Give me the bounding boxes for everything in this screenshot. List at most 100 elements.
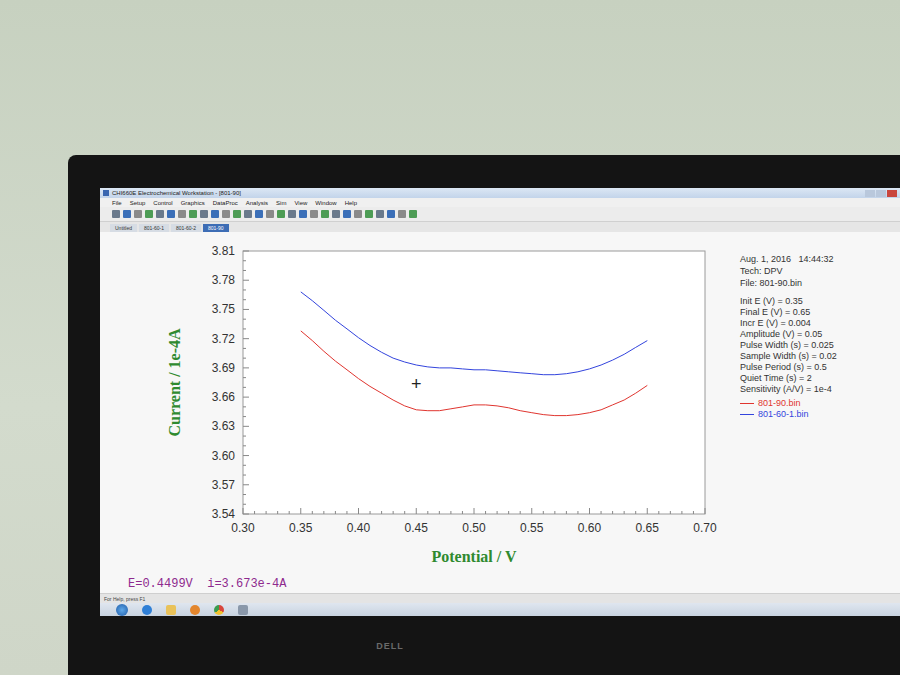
tool-icon[interactable] xyxy=(156,210,164,218)
media-player-icon[interactable] xyxy=(190,605,200,615)
folder-icon[interactable] xyxy=(166,605,176,615)
y-tick-mark xyxy=(243,514,249,515)
dpv-chart: 0.300.350.400.450.500.550.600.650.703.81… xyxy=(100,232,720,577)
y-tick-label: 3.78 xyxy=(212,273,236,287)
x-tick-mark xyxy=(485,511,486,514)
legend-item: 801-90.bin xyxy=(740,398,837,409)
tool-icon[interactable] xyxy=(288,210,296,218)
x-tick-mark xyxy=(381,511,382,514)
tool-icon[interactable] xyxy=(233,210,241,218)
browser-icon[interactable] xyxy=(142,605,152,615)
tool-icon[interactable] xyxy=(299,210,307,218)
menu-item[interactable]: Graphics xyxy=(181,200,205,206)
taskbar xyxy=(100,603,900,616)
close-icon[interactable] xyxy=(887,190,897,197)
x-tick-mark xyxy=(624,511,625,514)
tool-icon[interactable] xyxy=(354,210,362,218)
x-tick-mark xyxy=(335,511,336,514)
menu-item[interactable]: View xyxy=(294,200,307,206)
x-tick-label: 0.30 xyxy=(231,521,255,535)
tab[interactable]: 801-90 xyxy=(203,224,229,232)
x-tick-label: 0.65 xyxy=(636,521,660,535)
chrome-icon[interactable] xyxy=(214,605,224,615)
maximize-icon[interactable] xyxy=(876,190,886,197)
y-tick-mark xyxy=(243,328,246,329)
cursor-readout: E=0.4499V i=3.673e-4A xyxy=(100,577,900,593)
info-line: Tech: DPV xyxy=(740,266,837,277)
tool-icon[interactable] xyxy=(222,210,230,218)
start-button-icon[interactable] xyxy=(116,604,128,616)
y-tick-mark xyxy=(243,397,249,398)
y-tick-mark xyxy=(243,494,246,495)
menu-item[interactable]: Sim xyxy=(276,200,286,206)
x-tick-mark xyxy=(323,511,324,514)
menu-item[interactable]: Help xyxy=(345,200,357,206)
tool-icon[interactable] xyxy=(387,210,395,218)
tool-icon[interactable] xyxy=(211,210,219,218)
tool-icon[interactable] xyxy=(277,210,285,218)
y-tick-mark xyxy=(243,358,246,359)
photo-scene: CHI660E Electrochemical Workstation - [8… xyxy=(0,0,900,675)
parameter: Init E (V) = 0.35 xyxy=(740,296,837,307)
x-tick-mark xyxy=(462,511,463,514)
monitor-bezel: DELL xyxy=(100,616,900,675)
tool-icon[interactable] xyxy=(255,210,263,218)
y-tick-mark xyxy=(243,455,249,456)
chi-app-icon[interactable] xyxy=(238,605,248,615)
tool-icon[interactable] xyxy=(134,210,142,218)
y-tick-label: 3.69 xyxy=(212,361,236,375)
tool-icon[interactable] xyxy=(123,210,131,218)
tool-icon[interactable] xyxy=(112,210,120,218)
plot-window: 0.300.350.400.450.500.550.600.650.703.81… xyxy=(100,232,900,593)
menu-item[interactable]: File xyxy=(112,200,122,206)
app-icon xyxy=(103,190,109,196)
tool-icon[interactable] xyxy=(321,210,329,218)
x-axis-title: Potential / V xyxy=(431,548,516,565)
x-tick-mark xyxy=(439,511,440,514)
tool-icon[interactable] xyxy=(376,210,384,218)
parameter: Incr E (V) = 0.004 xyxy=(740,318,837,329)
tool-icon[interactable] xyxy=(310,210,318,218)
cursor-marker[interactable]: + xyxy=(411,374,422,394)
y-tick-mark xyxy=(243,426,249,427)
x-tick-label: 0.40 xyxy=(347,521,371,535)
x-tick-mark xyxy=(543,511,544,514)
x-tick-mark xyxy=(404,511,405,514)
x-tick-mark xyxy=(266,511,267,514)
y-tick-mark xyxy=(243,299,246,300)
y-tick-label: 3.57 xyxy=(212,478,236,492)
tool-icon[interactable] xyxy=(343,210,351,218)
y-tick-label: 3.72 xyxy=(212,332,236,346)
x-tick-mark xyxy=(658,511,659,514)
monitor-brand: DELL xyxy=(376,641,404,651)
menu-item[interactable]: Window xyxy=(315,200,336,206)
tab[interactable]: 801-60-1 xyxy=(139,224,169,232)
tool-icon[interactable] xyxy=(398,210,406,218)
x-tick-mark xyxy=(416,508,417,514)
tool-icon[interactable] xyxy=(365,210,373,218)
minimize-icon[interactable] xyxy=(865,190,875,197)
x-tick-label: 0.60 xyxy=(578,521,602,535)
menu-item[interactable]: Setup xyxy=(130,200,146,206)
legend: 801-90.bin801-60-1.bin xyxy=(740,398,837,420)
menu-item[interactable]: Analysis xyxy=(246,200,268,206)
tool-icon[interactable] xyxy=(189,210,197,218)
x-tick-mark xyxy=(289,511,290,514)
tab[interactable]: Untitled xyxy=(110,224,137,232)
tool-icon[interactable] xyxy=(178,210,186,218)
tool-icon[interactable] xyxy=(332,210,340,218)
menu-item[interactable]: Control xyxy=(153,200,172,206)
menu-item[interactable]: DataProc xyxy=(213,200,238,206)
tool-icon[interactable] xyxy=(167,210,175,218)
parameter-list: Init E (V) = 0.35Final E (V) = 0.65Incr … xyxy=(740,296,837,395)
tool-icon[interactable] xyxy=(200,210,208,218)
tool-icon[interactable] xyxy=(266,210,274,218)
tool-icon[interactable] xyxy=(145,210,153,218)
y-tick-mark xyxy=(243,475,246,476)
y-tick-label: 3.66 xyxy=(212,390,236,404)
tool-icon[interactable] xyxy=(409,210,417,218)
tool-icon[interactable] xyxy=(244,210,252,218)
tab-bar: Untitled801-60-1801-60-2801-90 xyxy=(100,222,900,232)
y-tick-label: 3.63 xyxy=(212,419,236,433)
tab[interactable]: 801-60-2 xyxy=(171,224,201,232)
